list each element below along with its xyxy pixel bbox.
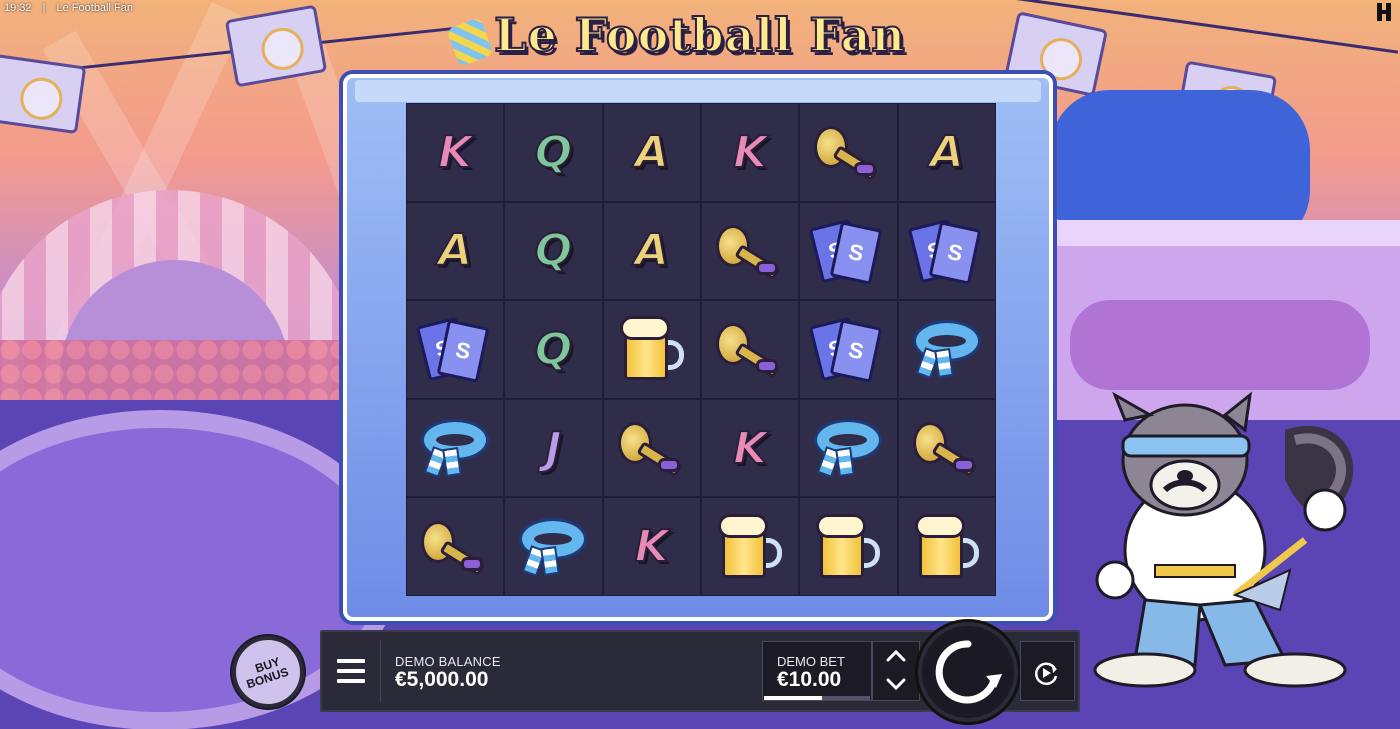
reel-cell: Q bbox=[505, 104, 602, 201]
ticket-icon: SS bbox=[809, 317, 883, 384]
status-bar: 19:32 | Le Football Fan bbox=[4, 2, 141, 14]
bet-increase-button[interactable] bbox=[884, 648, 908, 668]
provider-logo-icon bbox=[1376, 2, 1392, 22]
symbol-k: K bbox=[732, 422, 768, 475]
vuvuzela-horn-icon bbox=[814, 122, 882, 182]
clock: 19:32 bbox=[4, 2, 32, 14]
autoplay-button[interactable] bbox=[1031, 658, 1061, 693]
reel-cell: J bbox=[505, 399, 602, 497]
reel-grid: KQAKAAQASSSSSSQSSJKK bbox=[406, 103, 996, 596]
reel-cell bbox=[603, 399, 700, 497]
beer-mug-icon bbox=[911, 512, 983, 582]
vuvuzela-horn-icon bbox=[617, 418, 686, 478]
reel-cell bbox=[603, 301, 700, 398]
divider bbox=[380, 640, 381, 702]
symbol-k: K bbox=[437, 126, 473, 179]
symbol-k: K bbox=[732, 126, 768, 179]
hamburger-icon bbox=[337, 659, 365, 663]
reel-cell bbox=[898, 399, 995, 497]
reel-cell: A bbox=[407, 202, 504, 300]
symbol-k: K bbox=[634, 520, 670, 573]
reel-cell: K bbox=[603, 498, 700, 595]
reel-cell: Q bbox=[505, 301, 602, 398]
reel-cell bbox=[702, 202, 799, 300]
vuvuzela-horn-icon bbox=[912, 418, 981, 478]
scarf-icon bbox=[811, 418, 885, 478]
vuvuzela-horn-icon bbox=[421, 517, 489, 577]
spin-arrow-icon bbox=[935, 640, 1002, 704]
chevron-up-icon bbox=[886, 649, 906, 662]
balance-value: €5,000.00 bbox=[395, 668, 489, 691]
symbol-a: A bbox=[634, 126, 670, 179]
beer-mug-icon bbox=[616, 314, 688, 384]
beer-mug-icon bbox=[714, 512, 786, 582]
bet-level-fill bbox=[764, 696, 823, 700]
reel-cell: K bbox=[702, 399, 799, 497]
bet-level-bar bbox=[764, 696, 870, 700]
reel-cell: SS bbox=[800, 301, 897, 398]
symbol-a: A bbox=[929, 126, 965, 179]
symbol-j: J bbox=[544, 422, 562, 475]
symbol-q: Q bbox=[534, 126, 573, 179]
status-separator: | bbox=[42, 2, 46, 14]
reel-cell: A bbox=[898, 104, 995, 201]
raccoon-mascot bbox=[1093, 391, 1354, 688]
game-logo: Le Football Fan bbox=[493, 7, 906, 63]
reel-cell: K bbox=[407, 104, 504, 201]
hamburger-icon bbox=[337, 669, 365, 673]
ticket-icon: SS bbox=[416, 317, 490, 384]
reel-cell bbox=[898, 498, 995, 595]
reel-cell bbox=[800, 104, 897, 201]
reel-cell bbox=[407, 399, 504, 497]
reel-cell: K bbox=[702, 104, 799, 201]
reel-cell: A bbox=[603, 104, 700, 201]
bet-label: DEMO BET bbox=[777, 654, 845, 669]
reel-cell: Q bbox=[505, 202, 602, 300]
reel-cell: SS bbox=[407, 301, 504, 398]
reel-cell bbox=[505, 498, 602, 595]
scarf-icon bbox=[418, 418, 492, 478]
symbol-a: A bbox=[437, 224, 473, 277]
menu-button[interactable] bbox=[335, 656, 367, 686]
reel-cell bbox=[702, 301, 799, 398]
beer-mug-icon bbox=[812, 512, 884, 582]
scarf-icon bbox=[910, 319, 984, 380]
reel-cell: A bbox=[603, 202, 700, 300]
reel-cell: SS bbox=[898, 202, 995, 300]
spin-button[interactable] bbox=[918, 622, 1018, 722]
chevron-down-icon bbox=[886, 678, 906, 691]
symbol-q: Q bbox=[534, 323, 573, 376]
vuvuzela-horn-icon bbox=[716, 221, 784, 281]
symbol-a: A bbox=[634, 224, 670, 277]
bet-value: €10.00 bbox=[777, 668, 842, 691]
ticket-icon: SS bbox=[809, 218, 883, 285]
reel-cell bbox=[800, 498, 897, 595]
window-title: Le Football Fan bbox=[56, 2, 133, 14]
reel-cell bbox=[800, 399, 897, 497]
reel-cell bbox=[407, 498, 504, 595]
reel-frame-top bbox=[355, 80, 1041, 102]
vuvuzela-horn-icon bbox=[716, 319, 784, 379]
reel-cell: SS bbox=[800, 202, 897, 300]
buy-bonus-button[interactable]: BUY BONUS bbox=[232, 636, 304, 708]
autoplay-icon bbox=[1035, 662, 1058, 686]
graffiti bbox=[1070, 300, 1370, 390]
scarf-icon bbox=[516, 517, 590, 577]
balance-label: DEMO BALANCE bbox=[395, 654, 501, 669]
hamburger-icon bbox=[337, 679, 365, 683]
reel-cell bbox=[702, 498, 799, 595]
pennant-flag bbox=[0, 53, 87, 135]
ticket-icon: SS bbox=[907, 218, 982, 285]
bet-decrease-button[interactable] bbox=[884, 676, 908, 696]
reel-cell bbox=[898, 301, 995, 398]
symbol-q: Q bbox=[534, 224, 573, 277]
ticket-mark: S bbox=[830, 319, 883, 384]
